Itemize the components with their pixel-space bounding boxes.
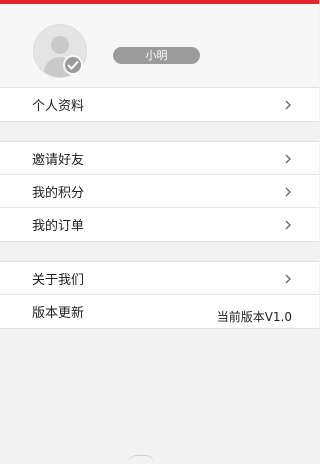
menu-item-label: 我的订单: [32, 219, 85, 234]
menu-item-my-orders[interactable]: 我的订单: [0, 208, 319, 241]
menu-item-label: 版本更新: [32, 306, 85, 321]
chevron-right-icon: [285, 187, 291, 197]
menu-item-label: 关于我们: [32, 273, 85, 288]
chevron-right-icon: [285, 154, 291, 164]
menu-item-label: 我的积分: [32, 186, 85, 201]
version-value: 当前版本V1.0: [216, 310, 292, 324]
menu-item-about-us[interactable]: 关于我们: [0, 262, 319, 295]
menu-item-label: 邀请好友: [32, 153, 85, 168]
home-indicator: [127, 455, 155, 464]
chevron-right-icon: [285, 274, 291, 284]
chevron-right-icon: [285, 220, 291, 230]
menu-item-my-points[interactable]: 我的积分: [0, 175, 319, 208]
username-badge[interactable]: 小明: [113, 47, 200, 64]
chevron-right-icon: [285, 100, 291, 110]
check-badge-icon: [63, 55, 83, 75]
menu-item-version-update[interactable]: 版本更新 当前版本V1.0: [0, 295, 319, 328]
menu-group-activity: 邀请好友 我的积分 我的订单: [0, 141, 319, 242]
profile-header: 小明: [0, 4, 319, 87]
menu-item-label: 个人资料: [32, 99, 85, 114]
app-screen: 小明 个人资料 邀请好友 我的积分 我的订单 关于我们 版本更新 当前版本V1.…: [0, 0, 319, 464]
menu-group-about: 关于我们 版本更新 当前版本V1.0: [0, 261, 319, 329]
menu-group-profile: 个人资料: [0, 87, 319, 122]
menu-item-profile[interactable]: 个人资料: [0, 88, 319, 121]
menu-item-invite-friends[interactable]: 邀请好友: [0, 142, 319, 175]
